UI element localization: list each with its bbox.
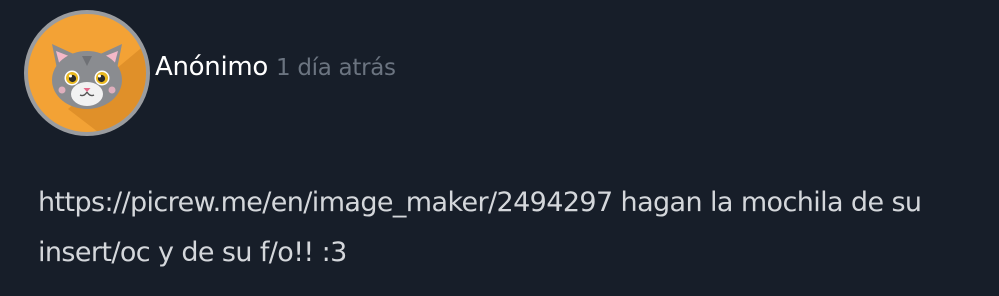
comment-card: Anónimo 1 día atrás https://picrew.me/en… xyxy=(0,0,999,296)
comment-timestamp: 1 día atrás xyxy=(276,55,396,81)
author-name[interactable]: Anónimo xyxy=(155,52,268,82)
comment-header: Anónimo 1 día atrás xyxy=(155,52,396,92)
comment-body: https://picrew.me/en/image_maker/2494297… xyxy=(38,178,973,278)
comment-link[interactable]: https://picrew.me/en/image_maker/2494297 xyxy=(38,187,613,218)
gray-cat-avatar-icon xyxy=(52,44,146,132)
avatar[interactable] xyxy=(24,10,150,136)
